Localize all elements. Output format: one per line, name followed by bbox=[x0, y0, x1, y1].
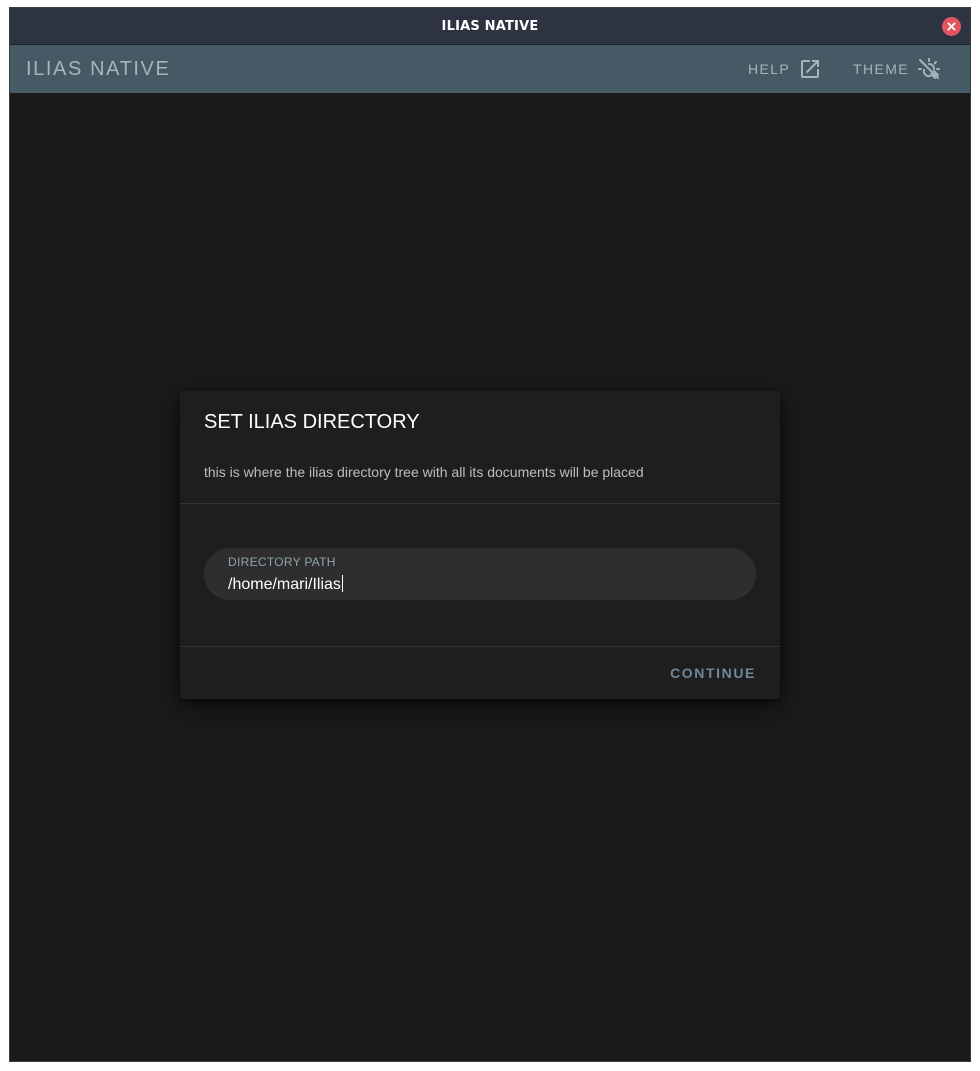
help-button[interactable]: HELP bbox=[748, 45, 822, 93]
theme-button[interactable]: THEME bbox=[853, 45, 941, 93]
directory-path-text: /home/mari/Ilias bbox=[228, 576, 341, 593]
continue-button[interactable]: CONTINUE bbox=[670, 647, 756, 699]
app-title: ILIAS NATIVE bbox=[26, 58, 171, 80]
directory-path-label: DIRECTORY PATH bbox=[228, 555, 336, 569]
theme-auto-icon bbox=[918, 58, 940, 79]
window-title: ILIAS NATIVE bbox=[441, 19, 539, 34]
directory-path-input[interactable]: DIRECTORY PATH /home/mari/Ilias bbox=[204, 548, 756, 600]
window-titlebar[interactable]: ILIAS NATIVE bbox=[10, 8, 970, 45]
dialog-divider-top bbox=[180, 503, 780, 504]
window-close-button[interactable] bbox=[942, 17, 961, 36]
dialog-title: SET ILIAS DIRECTORY bbox=[204, 411, 420, 433]
open-in-new-icon bbox=[801, 60, 820, 78]
app-bar: ILIAS NATIVE HELP THEME bbox=[10, 45, 970, 93]
dialog-subtitle: this is where the ilias directory tree w… bbox=[204, 464, 644, 480]
help-button-label: HELP bbox=[748, 61, 791, 77]
set-directory-dialog: SET ILIAS DIRECTORY this is where the il… bbox=[180, 391, 780, 699]
directory-path-value[interactable]: /home/mari/Ilias bbox=[228, 575, 343, 594]
theme-button-label: THEME bbox=[853, 61, 909, 77]
close-icon bbox=[947, 22, 956, 31]
text-caret bbox=[341, 575, 343, 592]
